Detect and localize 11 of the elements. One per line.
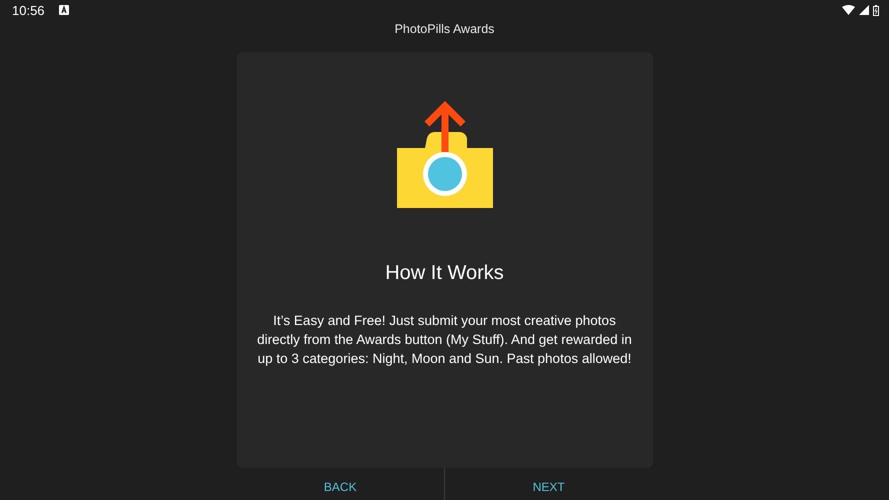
notification-icon bbox=[58, 5, 69, 15]
battery-icon bbox=[873, 4, 879, 16]
window-title: PhotoPills Awards bbox=[394, 21, 494, 38]
back-button[interactable]: BACK bbox=[236, 468, 444, 500]
next-button[interactable]: NEXT bbox=[445, 468, 652, 500]
status-time: 10:56 bbox=[12, 2, 45, 18]
wifi-icon bbox=[842, 5, 855, 15]
camera-upload-icon bbox=[396, 100, 492, 208]
signal-icon bbox=[859, 5, 869, 15]
card-description: It’s Easy and Free! Just submit your most creative photos directly from the Awards button (My Stuff). And get rewarded in up to 3 categories: Night, Moon and Sun. Past photos allowed! bbox=[256, 312, 633, 368]
card-heading: How It Works bbox=[385, 262, 504, 285]
